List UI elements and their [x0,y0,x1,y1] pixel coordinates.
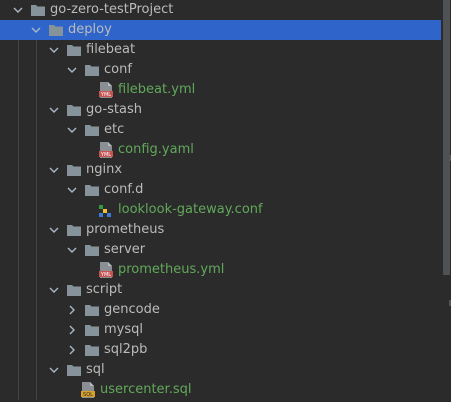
folder-icon [66,103,82,117]
folder-icon [66,283,82,297]
folder-icon [84,243,100,257]
scrollbar-thumb[interactable] [443,0,450,275]
tree-file-row[interactable]: looklook-gateway.conf [0,200,441,220]
chevron-down-icon[interactable] [48,284,60,296]
nginx-conf-file-icon [98,204,112,220]
folder-label: go-zero-testProject [50,2,174,17]
chevron-down-icon[interactable] [48,104,60,116]
tree-folder-row[interactable]: sql2pb [0,340,441,360]
vertical-scrollbar[interactable] [441,0,451,402]
chevron-down-icon[interactable] [12,4,24,16]
chevron-down-icon[interactable] [48,224,60,236]
yml-file-icon: YML [98,142,113,158]
chevron-down-icon[interactable] [48,364,60,376]
chevron-down-icon[interactable] [48,44,60,56]
folder-icon [66,363,82,377]
folder-label: nginx [86,162,123,177]
chevron-down-icon[interactable] [48,164,60,176]
folder-label: sql2pb [104,342,148,357]
tree-file-row[interactable]: YML prometheus.yml [0,260,441,280]
folder-label: filebeat [86,42,136,57]
svg-text:YML: YML [100,272,111,278]
folder-label: conf [104,62,132,77]
svg-text:YML: YML [100,92,111,98]
tree-folder-row[interactable]: go-zero-testProject [0,0,441,20]
file-label: filebeat.yml [118,82,196,97]
folder-label: deploy [68,22,112,37]
folder-label: server [104,242,146,257]
tree-folder-row[interactable]: go-stash [0,100,441,120]
tree-folder-row[interactable]: prometheus [0,220,441,240]
folder-icon [84,63,100,77]
svg-text:YML: YML [100,152,111,158]
yml-file-icon: YML [98,82,113,98]
chevron-down-icon[interactable] [66,64,78,76]
tree-folder-row[interactable]: conf [0,60,441,80]
folder-icon [84,323,100,337]
chevron-down-icon[interactable] [66,184,78,196]
tree-folder-row[interactable]: mysql [0,320,441,340]
tree-folder-row[interactable]: sql [0,360,441,380]
chevron-right-icon[interactable] [66,304,78,316]
folder-icon [84,123,100,137]
file-label: config.yaml [118,142,194,157]
chevron-right-icon[interactable] [66,324,78,336]
file-label: looklook-gateway.conf [118,202,263,217]
tree-file-row[interactable]: SQL usercenter.sql [0,380,441,400]
tree-folder-row[interactable]: conf.d [0,180,441,200]
folder-label: etc [104,122,125,137]
tree-folder-row[interactable]: nginx [0,160,441,180]
tree-folder-row[interactable]: script [0,280,441,300]
tree-folder-row[interactable]: server [0,240,441,260]
tree-folder-row[interactable]: etc [0,120,441,140]
tree-folder-row[interactable]: filebeat [0,40,441,60]
svg-text:SQL: SQL [83,392,93,398]
tree-folder-row[interactable]: deploy [0,20,441,40]
folder-icon [30,3,46,17]
tree-file-row[interactable]: YML filebeat.yml [0,80,441,100]
folder-icon [66,223,82,237]
folder-icon [84,343,100,357]
chevron-down-icon[interactable] [66,244,78,256]
folder-icon [66,43,82,57]
folder-icon [48,23,64,37]
folder-icon [84,303,100,317]
folder-label: sql [86,362,105,377]
sql-file-icon: SQL [80,382,95,398]
folder-label: mysql [104,322,143,337]
folder-label: conf.d [104,182,144,197]
tree-folder-row[interactable]: gencode [0,300,441,320]
folder-label: prometheus [86,222,165,237]
file-label: usercenter.sql [100,382,192,397]
project-tree[interactable]: go-zero-testProject deploy filebeat conf YML… [0,0,441,402]
chevron-down-icon[interactable] [30,24,42,36]
tree-file-row[interactable]: YML config.yaml [0,140,441,160]
chevron-right-icon[interactable] [66,344,78,356]
folder-label: gencode [104,302,160,317]
file-label: prometheus.yml [118,262,225,277]
folder-icon [66,163,82,177]
folder-label: go-stash [86,102,142,117]
folder-label: script [86,282,123,297]
folder-icon [84,183,100,197]
chevron-down-icon[interactable] [66,124,78,136]
yml-file-icon: YML [98,262,113,278]
